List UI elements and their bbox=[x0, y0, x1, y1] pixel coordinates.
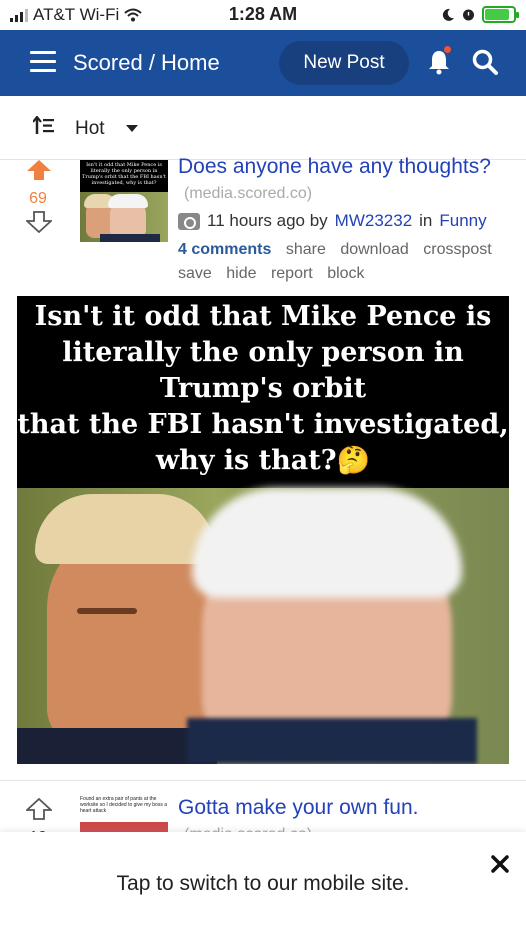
alarm-lock-icon bbox=[463, 9, 474, 21]
chevron-down-icon[interactable] bbox=[126, 125, 138, 132]
thumbnail-caption: Found an extra pair of pants at the work… bbox=[80, 796, 167, 814]
post-actions-row-2: save hide report block bbox=[178, 265, 375, 283]
post-domain[interactable]: (media.scored.co) bbox=[184, 185, 312, 203]
report-link[interactable]: report bbox=[271, 265, 313, 282]
download-link[interactable]: download bbox=[340, 241, 409, 258]
sort-icon[interactable] bbox=[33, 116, 55, 136]
post-meta: 11 hours ago by MW23232 in Funny bbox=[178, 211, 487, 231]
banner-message[interactable]: Tap to switch to our mobile site. bbox=[0, 872, 526, 896]
caption-line: that the FBI hasn't investigated, bbox=[17, 409, 509, 440]
divider bbox=[0, 780, 526, 781]
sort-bar: Hot bbox=[0, 96, 526, 160]
post-title[interactable]: Gotta make your own fun. bbox=[178, 796, 418, 820]
hide-link[interactable]: hide bbox=[226, 265, 256, 282]
close-icon[interactable] bbox=[490, 854, 510, 874]
in-label: in bbox=[419, 211, 433, 230]
moon-icon bbox=[442, 8, 454, 21]
vote-controls: 69 bbox=[24, 159, 54, 238]
save-link[interactable]: save bbox=[178, 265, 212, 282]
status-bar: AT&T Wi-Fi 1:28 AM bbox=[0, 0, 526, 30]
battery-icon bbox=[482, 6, 519, 23]
caption-line: literally the only person in bbox=[62, 337, 464, 368]
crosspost-link[interactable]: crosspost bbox=[423, 241, 491, 258]
post-time: 11 hours ago by bbox=[207, 211, 328, 230]
image-photo bbox=[17, 488, 509, 764]
page-title[interactable]: Scored / Home bbox=[73, 50, 220, 76]
post-thumbnail[interactable]: Isn't it odd that Mike Pence is literall… bbox=[80, 160, 168, 242]
caption-line: Trump's orbit bbox=[159, 373, 367, 404]
block-link[interactable]: block bbox=[327, 265, 364, 282]
mobile-site-banner[interactable]: Tap to switch to our mobile site. bbox=[0, 832, 526, 936]
top-nav: Scored / Home New Post bbox=[0, 30, 526, 96]
comments-link[interactable]: 4 comments bbox=[178, 241, 271, 258]
new-post-button[interactable]: New Post bbox=[279, 41, 409, 85]
image-caption: Isn't it odd that Mike Pence is literall… bbox=[17, 296, 509, 488]
notification-dot bbox=[444, 46, 451, 53]
vote-score: 69 bbox=[29, 190, 47, 207]
post-actions-row-1: 4 comments share download crosspost bbox=[178, 241, 502, 259]
post-author-link[interactable]: MW23232 bbox=[335, 211, 412, 231]
share-link[interactable]: share bbox=[286, 241, 326, 258]
caption-line: Isn't it odd that Mike Pence is bbox=[34, 301, 492, 332]
downvote-arrow-icon[interactable] bbox=[24, 211, 54, 234]
community-link[interactable]: Funny bbox=[439, 211, 486, 231]
upvote-arrow-icon[interactable] bbox=[24, 797, 54, 820]
notifications-bell-icon[interactable] bbox=[425, 46, 453, 76]
post-title[interactable]: Does anyone have any thoughts? bbox=[178, 155, 491, 179]
post-expanded-image[interactable]: Isn't it odd that Mike Pence is literall… bbox=[17, 296, 509, 764]
upvote-arrow-icon[interactable] bbox=[26, 159, 52, 181]
hamburger-menu-icon[interactable] bbox=[30, 51, 56, 78]
camera-icon bbox=[178, 212, 200, 230]
thumbnail-caption: Isn't it odd that Mike Pence is literall… bbox=[80, 160, 168, 192]
sort-dropdown[interactable]: Hot bbox=[75, 118, 105, 140]
search-icon[interactable] bbox=[471, 48, 499, 76]
caption-line: why is that?🤔 bbox=[155, 445, 371, 476]
